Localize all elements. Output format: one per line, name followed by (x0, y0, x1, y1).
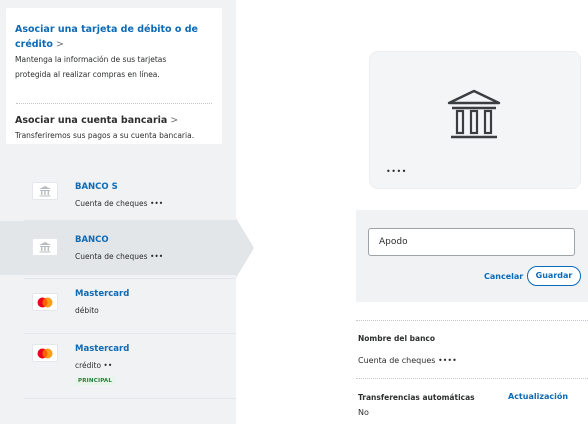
account-item-mastercard-credit[interactable]: Mastercard crédito •• PRINCIPAL (8, 334, 236, 388)
save-button[interactable]: Guardar (527, 266, 581, 286)
chevron-right-icon: > (170, 115, 179, 126)
account-type: Cuenta de cheques ••• (75, 252, 164, 261)
bank-name-label: Nombre del banco (358, 334, 436, 343)
card-number-mask: •••• (386, 167, 407, 176)
accounts-sidebar: Asociar una tarjeta de débito o de crédi… (0, 0, 236, 424)
mastercard-icon (32, 344, 58, 362)
nickname-input[interactable]: Apodo (368, 228, 575, 256)
account-name: BANCO (75, 235, 109, 245)
account-name: BANCO S (75, 182, 118, 192)
bank-icon (445, 88, 503, 148)
account-name: Mastercard (75, 289, 130, 299)
link-options-card: Asociar una tarjeta de débito o de crédi… (6, 8, 222, 144)
divider (356, 320, 588, 321)
account-type-value: Cuenta de cheques •••• (358, 356, 457, 365)
selection-pointer (236, 218, 254, 278)
link-card-description: Mantenga la información de sus tarjetas … (15, 55, 167, 79)
account-type: crédito •• (75, 361, 113, 370)
bank-icon (32, 238, 58, 256)
update-link[interactable]: Actualización (508, 392, 568, 401)
bank-icon (32, 182, 58, 200)
link-bank-title: Asociar una cuenta bancaria (15, 115, 168, 126)
cancel-link[interactable]: Cancelar (484, 272, 523, 281)
auto-transfers-value: No (358, 408, 369, 417)
account-item-mastercard-debit[interactable]: Mastercard débito (8, 279, 236, 333)
account-name: Mastercard (75, 344, 130, 354)
bank-card-visual: •••• (370, 52, 580, 188)
divider (24, 398, 236, 399)
account-type: Cuenta de cheques ••• (75, 199, 164, 208)
divider (16, 103, 212, 104)
link-card-title: Asociar una tarjeta de débito o de (15, 24, 198, 35)
link-bank-option[interactable]: Asociar una cuenta bancaria > Transferire… (15, 113, 220, 143)
auto-transfers-label: Transferencias automáticas (358, 393, 475, 402)
nickname-form: Apodo Cancelar Guardar (356, 210, 588, 302)
link-bank-description: Transferiremos sus pagos a su cuenta ban… (15, 131, 195, 140)
link-card-option[interactable]: Asociar una tarjeta de débito o de crédi… (15, 22, 215, 82)
chevron-right-icon: > (55, 39, 64, 50)
account-item-bank-2-selected[interactable]: BANCO Cuenta de cheques ••• (0, 221, 236, 275)
primary-badge: PRINCIPAL (75, 377, 116, 385)
divider (356, 378, 588, 379)
account-item-bank-1[interactable]: BANCO S Cuenta de cheques ••• (8, 168, 236, 222)
account-type: débito (75, 306, 99, 315)
mastercard-icon (32, 293, 58, 311)
link-card-title-2: crédito (15, 39, 53, 50)
